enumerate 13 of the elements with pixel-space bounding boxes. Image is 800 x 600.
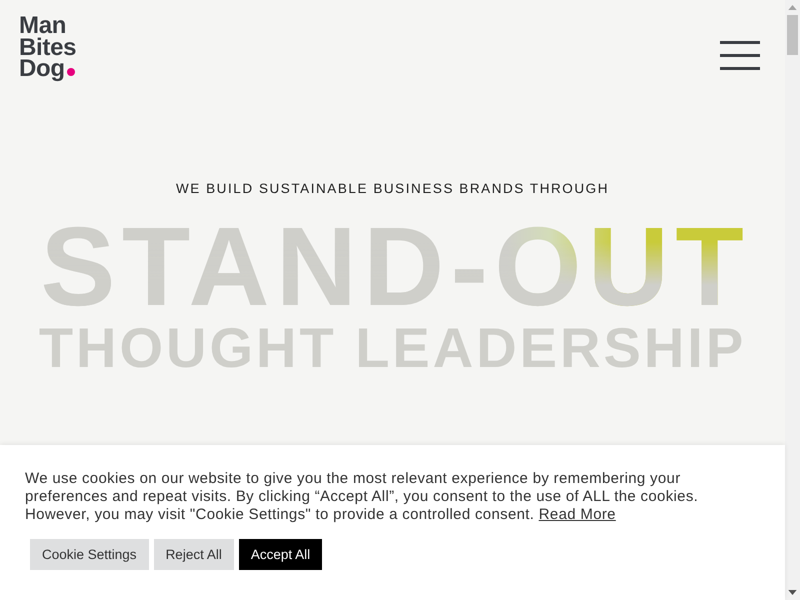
scroll-up-icon[interactable] — [788, 5, 797, 10]
scroll-thumb[interactable] — [787, 15, 798, 55]
scroll-down-icon[interactable] — [788, 590, 797, 595]
dot-icon — [66, 68, 75, 76]
logo-link[interactable]: Man Bites Dog — [19, 15, 76, 80]
cookie-button[interactable]: Cookie Settings — [30, 539, 149, 570]
cookie-button[interactable]: Accept All — [238, 539, 322, 570]
scrollbar[interactable] — [785, 0, 800, 600]
menu-icon[interactable] — [720, 41, 760, 70]
read-more-link[interactable]: Read More — [538, 506, 616, 523]
cookie-button[interactable]: Reject All — [154, 539, 234, 570]
cookie-message: We use cookies on our website to give you the most relevant experience by remembering your preferences and repeat visits. By clicking “Accept All”, you consent to the use of ALL the cookies. However, you may visit "Cookie Settings" to provide a controlled consent. Read More — [25, 470, 700, 524]
tagline: WE BUILD SUSTAINABLE BUSINESS BRANDS THROUGH — [176, 180, 610, 196]
